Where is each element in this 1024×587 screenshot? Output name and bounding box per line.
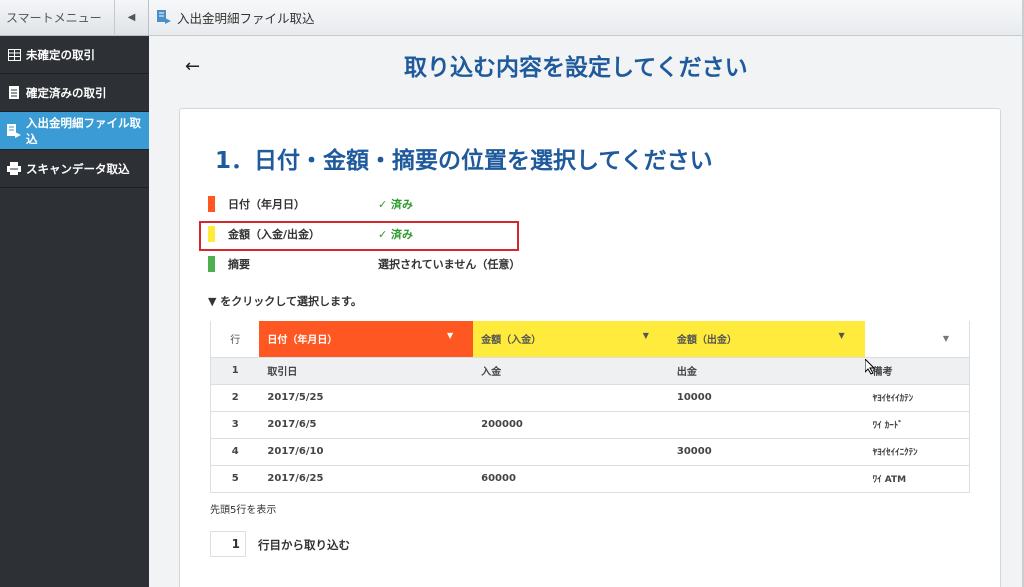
row-header: 行 xyxy=(210,321,260,358)
column-select-label: 日付（年月日） xyxy=(267,335,338,347)
table-cell: ﾜｲ ｶｰﾄﾞ xyxy=(864,411,970,439)
row-number: 1 xyxy=(210,357,260,385)
main-content: ← 取り込む内容を設定してください 1．日付・金額・摘要の位置を選択してください… xyxy=(149,36,1024,587)
sidebar-item-scan-import[interactable]: スキャンデータ取込 xyxy=(0,150,149,188)
legend-status: ✓ 済み xyxy=(378,228,414,241)
grid-icon xyxy=(7,48,21,62)
settings-card: 1．日付・金額・摘要の位置を選択してください 日付（年月日） ✓ 済み 金額（入… xyxy=(179,108,1001,587)
column-select-date[interactable]: 日付（年月日） ▼ xyxy=(259,321,474,358)
sidebar-item-confirmed[interactable]: 確定済みの取引 xyxy=(0,74,149,112)
back-arrow-icon[interactable]: ← xyxy=(185,56,200,77)
legend-status: ✓ 済み xyxy=(378,198,414,211)
column-mapping-row: 行 日付（年月日） ▼ 金額（入金） ▼ 金額（出金） ▼ ▼ xyxy=(210,321,970,358)
table-cell: 備考 xyxy=(864,357,970,385)
sidebar-item-label: 入出金明細ファイル取込 xyxy=(26,115,141,146)
chevron-down-icon: ▼ xyxy=(642,331,649,341)
table-cell: 30000 xyxy=(668,438,865,466)
legend-label: 金額（入金/出金） xyxy=(228,228,321,241)
chevron-down-icon: ▼ xyxy=(942,334,949,344)
sidebar: スマートメニュー ◀ 未確定の取引 確定済みの取引 入出金明細ファイル取込 スキ… xyxy=(0,0,149,587)
legend-label: 日付（年月日） xyxy=(228,198,305,211)
table-cell xyxy=(473,384,669,412)
topbar-title: 入出金明細ファイル取込 xyxy=(177,11,315,26)
column-select-label: 金額（入金） xyxy=(481,335,542,347)
table-cell: 2017/6/25 xyxy=(259,465,474,493)
mouse-cursor-icon xyxy=(865,359,875,375)
column-select-label: 金額（出金） xyxy=(676,335,737,347)
sidebar-item-unconfirmed[interactable]: 未確定の取引 xyxy=(0,36,149,74)
table-row: 4 2017/6/10 30000 ﾔﾖｲｾｲｲﾆｸﾃﾝ xyxy=(210,438,970,466)
preview-note: 先頭5行を表示 xyxy=(210,505,277,516)
file-import-icon xyxy=(157,9,173,26)
sidebar-item-file-import[interactable]: 入出金明細ファイル取込 xyxy=(0,112,149,150)
scanner-icon xyxy=(7,162,21,176)
table-cell: 2017/6/10 xyxy=(259,438,474,466)
table-cell xyxy=(668,465,865,493)
table-row: 3 2017/6/5 200000 ﾜｲ ｶｰﾄﾞ xyxy=(210,411,970,439)
legend-status: 選択されていません（任意） xyxy=(378,258,521,271)
column-select-withdrawal[interactable]: 金額（出金） ▼ xyxy=(668,321,865,358)
chevron-down-icon: ▼ xyxy=(446,331,454,341)
table-cell: 60000 xyxy=(473,465,669,493)
page-title: 取り込む内容を設定してください xyxy=(404,55,748,81)
legend-item-memo: 摘要 選択されていません（任意） xyxy=(208,254,520,274)
preview-table: 行 日付（年月日） ▼ 金額（入金） ▼ 金額（出金） ▼ ▼ 1 取引日 入金 出金… xyxy=(210,321,970,493)
legend-item-date: 日付（年月日） ✓ 済み xyxy=(208,194,413,214)
table-cell: 出金 xyxy=(668,357,865,385)
amount-color-swatch xyxy=(208,226,215,242)
legend-item-amount: 金額（入金/出金） ✓ 済み xyxy=(208,224,413,244)
table-cell: ﾔﾖｲｾｲｲﾆｸﾃﾝ xyxy=(864,438,970,466)
table-cell: 200000 xyxy=(473,411,669,439)
table-cell: ﾜｲ ATM xyxy=(864,465,970,493)
row-number: 2 xyxy=(210,384,260,412)
table-cell: 入金 xyxy=(473,357,669,385)
chevron-down-icon: ▼ xyxy=(838,331,845,341)
table-cell xyxy=(668,411,865,439)
table-cell: 10000 xyxy=(668,384,865,412)
document-icon xyxy=(7,86,21,100)
table-cell: 取引日 xyxy=(259,357,474,385)
start-row-label: 行目から取り込む xyxy=(258,538,350,552)
sidebar-item-label: 未確定の取引 xyxy=(26,47,95,62)
table-row: 5 2017/6/25 60000 ﾜｲ ATM xyxy=(210,465,970,493)
table-cell: ﾔﾖｲｾｲｲｶﾃﾝ xyxy=(864,384,970,412)
table-cell: 2017/5/25 xyxy=(259,384,474,412)
column-select-memo[interactable]: ▼ xyxy=(864,321,970,358)
chevron-left-icon[interactable]: ◀ xyxy=(114,0,148,36)
date-color-swatch xyxy=(208,196,215,212)
file-import-icon xyxy=(7,123,21,138)
row-number: 5 xyxy=(210,465,260,493)
row-number: 4 xyxy=(210,438,260,466)
sidebar-item-label: 確定済みの取引 xyxy=(26,85,107,100)
section-title: 1．日付・金額・摘要の位置を選択してください xyxy=(215,148,713,174)
legend-label: 摘要 xyxy=(228,258,250,271)
start-row-input[interactable]: 1 xyxy=(210,531,246,557)
sidebar-header: スマートメニュー ◀ xyxy=(0,0,149,36)
memo-color-swatch xyxy=(208,256,215,272)
table-row: 2 2017/5/25 10000 ﾔﾖｲｾｲｲｶﾃﾝ xyxy=(210,384,970,412)
column-select-deposit[interactable]: 金額（入金） ▼ xyxy=(473,321,669,358)
table-row: 1 取引日 入金 出金 備考 xyxy=(210,357,970,385)
row-number: 3 xyxy=(210,411,260,439)
sidebar-item-label: スキャンデータ取込 xyxy=(26,161,130,176)
table-cell: 2017/6/5 xyxy=(259,411,474,439)
instruction-text: ▼ をクリックして選択します。 xyxy=(208,295,362,308)
table-cell xyxy=(473,438,669,466)
topbar: 入出金明細ファイル取込 xyxy=(149,0,1024,36)
sidebar-title: スマートメニュー xyxy=(6,11,102,25)
